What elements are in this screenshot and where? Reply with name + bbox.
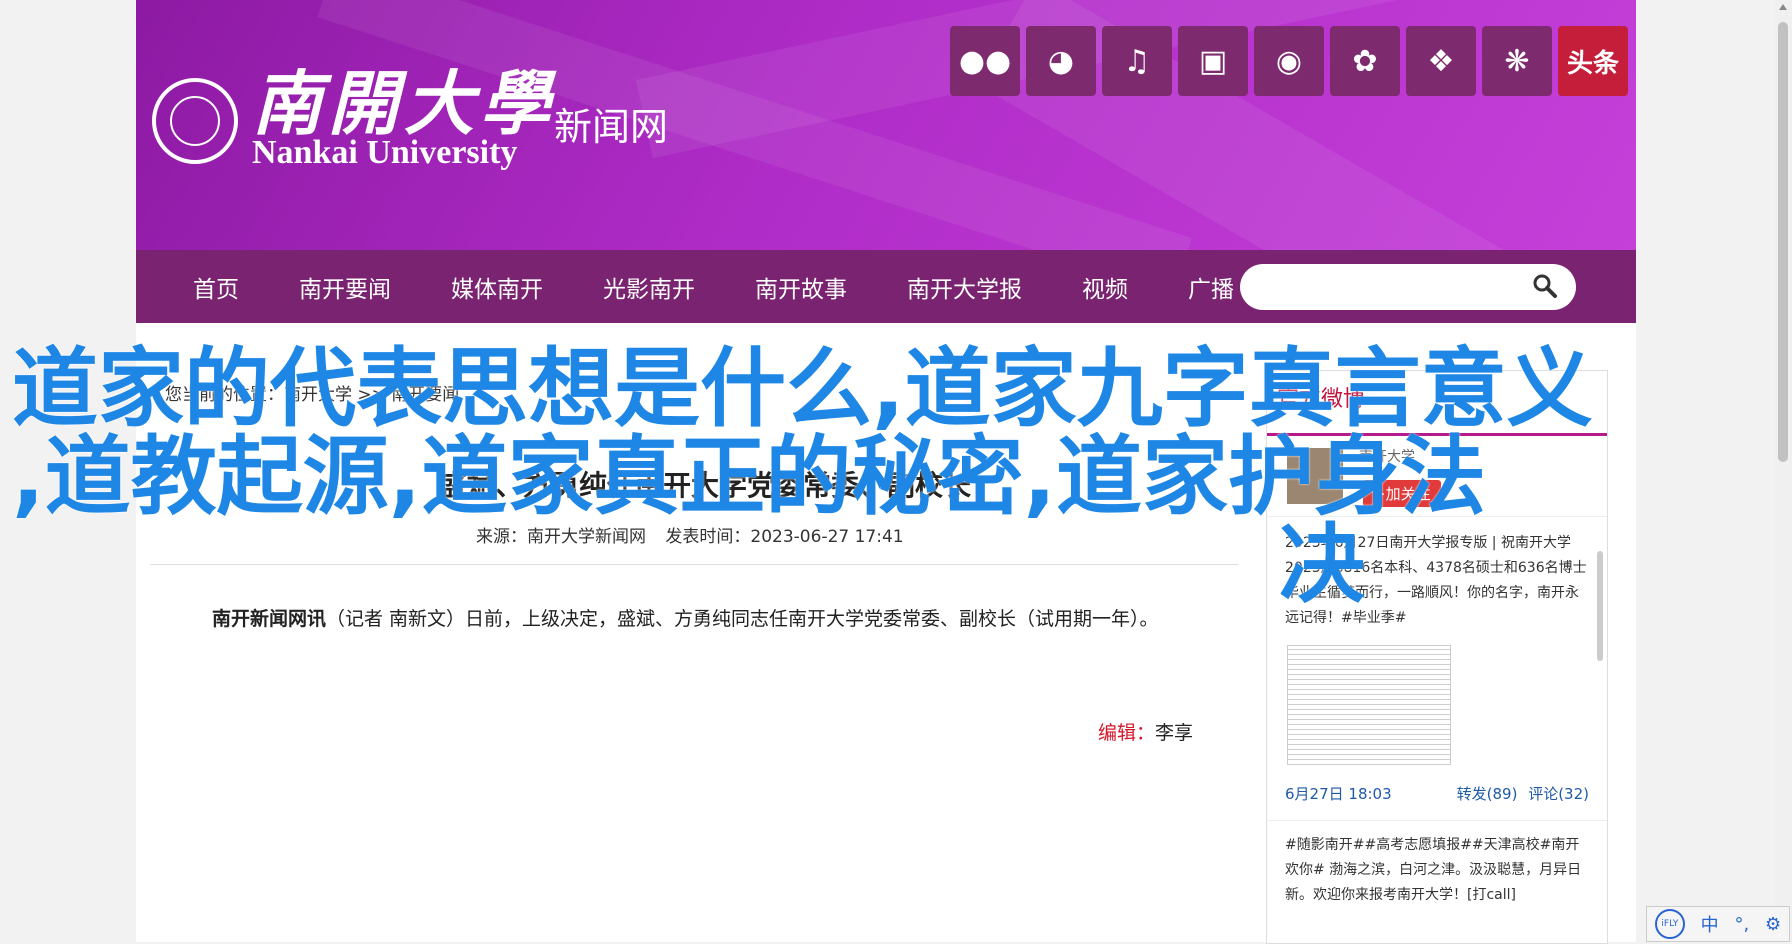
tiktok-icon[interactable]: ♫ [1102, 26, 1172, 96]
article-lead-bold: 南开新闻网讯 [212, 608, 327, 630]
social-links: ●● ◕ ♫ ▣ ◉ ✿ ❖ ❋ 头条 [950, 26, 1628, 96]
nav-item-newspaper[interactable]: 南开大学报 [907, 270, 1048, 304]
xuexi-icon[interactable]: ✿ [1330, 26, 1400, 96]
comment-link[interactable]: 评论(32) [1528, 785, 1589, 803]
article-lead-text: （记者 南新文）日前，上级决定，盛斌、方勇纯同志任南开大学党委常委、副校长（试用… [326, 608, 1159, 630]
scrollbar-thumb[interactable] [1778, 22, 1788, 462]
scroll-up-icon[interactable] [1779, 4, 1787, 10]
weibo-post-text: #随影南开##高考志愿填报##天津高校#南开欢你# 渤海之滨，白河之津。汲汲聪慧… [1285, 837, 1582, 903]
weibo-post: #随影南开##高考志愿填报##天津高校#南开欢你# 渤海之滨，白河之津。汲汲聪慧… [1267, 833, 1607, 908]
nankai-seal-logo[interactable] [152, 78, 238, 164]
main-nav: 首页 南开要闻 媒体南开 光影南开 南开故事 南开大学报 视频 广播 [136, 250, 1636, 323]
nav-item-photo[interactable]: 光影南开 [603, 270, 721, 304]
logo-news-site-label: 新闻网 [554, 105, 669, 149]
article-editor: 编辑：李享 [1098, 718, 1193, 745]
dots-icon[interactable]: ❖ [1406, 26, 1476, 96]
wechat-icon[interactable]: ●● [950, 26, 1020, 96]
weibo-icon[interactable]: ◕ [1026, 26, 1096, 96]
ifly-icon[interactable]: iFLY [1654, 909, 1685, 939]
nav-item-video[interactable]: 视频 [1082, 270, 1154, 304]
overlay-line-3: 决 [1279, 515, 1365, 615]
kuaishou-icon[interactable]: ◉ [1254, 26, 1324, 96]
overlay-headline: 道家的代表思想是什么,道家九字真言意义 ,道教起源,道家真正的秘密,道家护身法 … [12, 345, 1772, 609]
nav-item-news[interactable]: 南开要闻 [299, 270, 417, 304]
search-input[interactable] [1258, 274, 1532, 297]
nav-item-home[interactable]: 首页 [193, 270, 265, 304]
dandelion-icon[interactable]: ❋ [1482, 26, 1552, 96]
nav-item-stories[interactable]: 南开故事 [755, 270, 873, 304]
weibo-post-image[interactable] [1287, 645, 1451, 765]
ime-settings-icon[interactable]: ⚙ [1765, 914, 1781, 935]
nav-item-media[interactable]: 媒体南开 [451, 270, 569, 304]
ime-toolbar: iFLY 中 °, ⚙ [1646, 906, 1790, 942]
overlay-line-2: ,道教起源,道家真正的秘密,道家护身法 [12, 427, 1487, 527]
toutiao-icon[interactable]: 头条 [1558, 26, 1628, 96]
header-banner: 南開大學 Nankai University 新闻网 ●● ◕ ♫ ▣ ◉ ✿ … [136, 0, 1636, 250]
ime-punctuation-icon[interactable]: °, [1734, 914, 1749, 935]
page-scrollbar[interactable] [1774, 0, 1792, 942]
bilibili-icon[interactable]: ▣ [1178, 26, 1248, 96]
editor-label: 编辑： [1098, 722, 1156, 744]
weibo-post-date[interactable]: 6月27日 18:03 [1285, 783, 1392, 804]
weibo-post-footer: 6月27日 18:03 转发(89) 评论(32) [1267, 783, 1607, 804]
logo-english-name[interactable]: Nankai University [252, 134, 517, 172]
search-box [1240, 264, 1576, 310]
repost-link[interactable]: 转发(89) [1457, 785, 1518, 803]
search-icon[interactable] [1532, 273, 1558, 299]
ime-language-toggle[interactable]: 中 [1701, 911, 1719, 937]
overlay-line-1: 道家的代表思想是什么,道家九字真言意义 [12, 339, 1593, 439]
editor-name: 李享 [1155, 722, 1194, 744]
